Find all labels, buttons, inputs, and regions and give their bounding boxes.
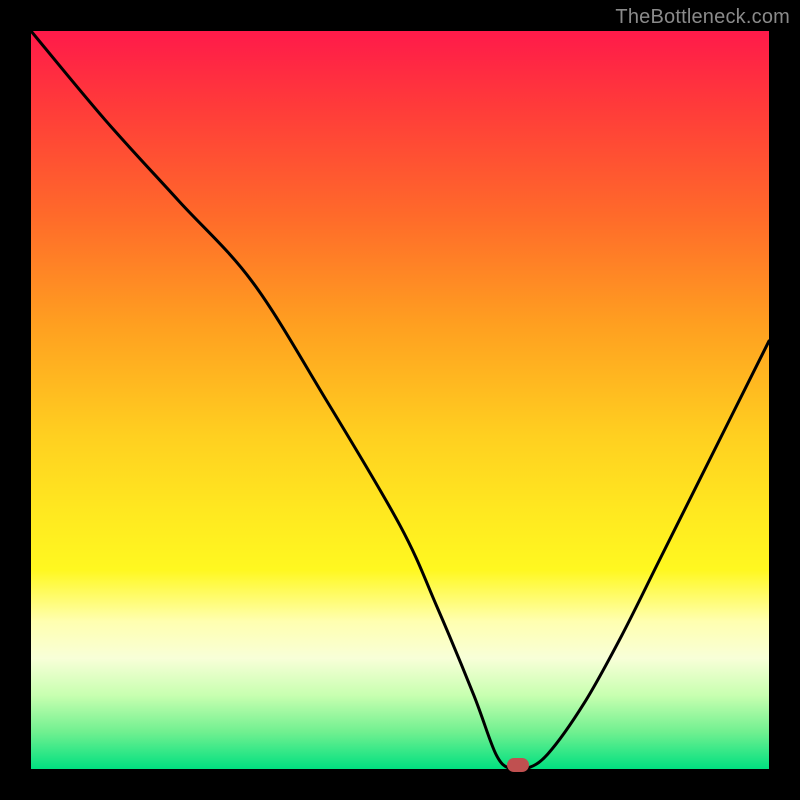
chart-frame: TheBottleneck.com bbox=[0, 0, 800, 800]
optimal-point-marker bbox=[507, 758, 529, 772]
watermark-label: TheBottleneck.com bbox=[615, 6, 790, 29]
bottleneck-curve bbox=[31, 31, 769, 769]
plot-area bbox=[31, 31, 769, 769]
curve-svg bbox=[31, 31, 769, 769]
